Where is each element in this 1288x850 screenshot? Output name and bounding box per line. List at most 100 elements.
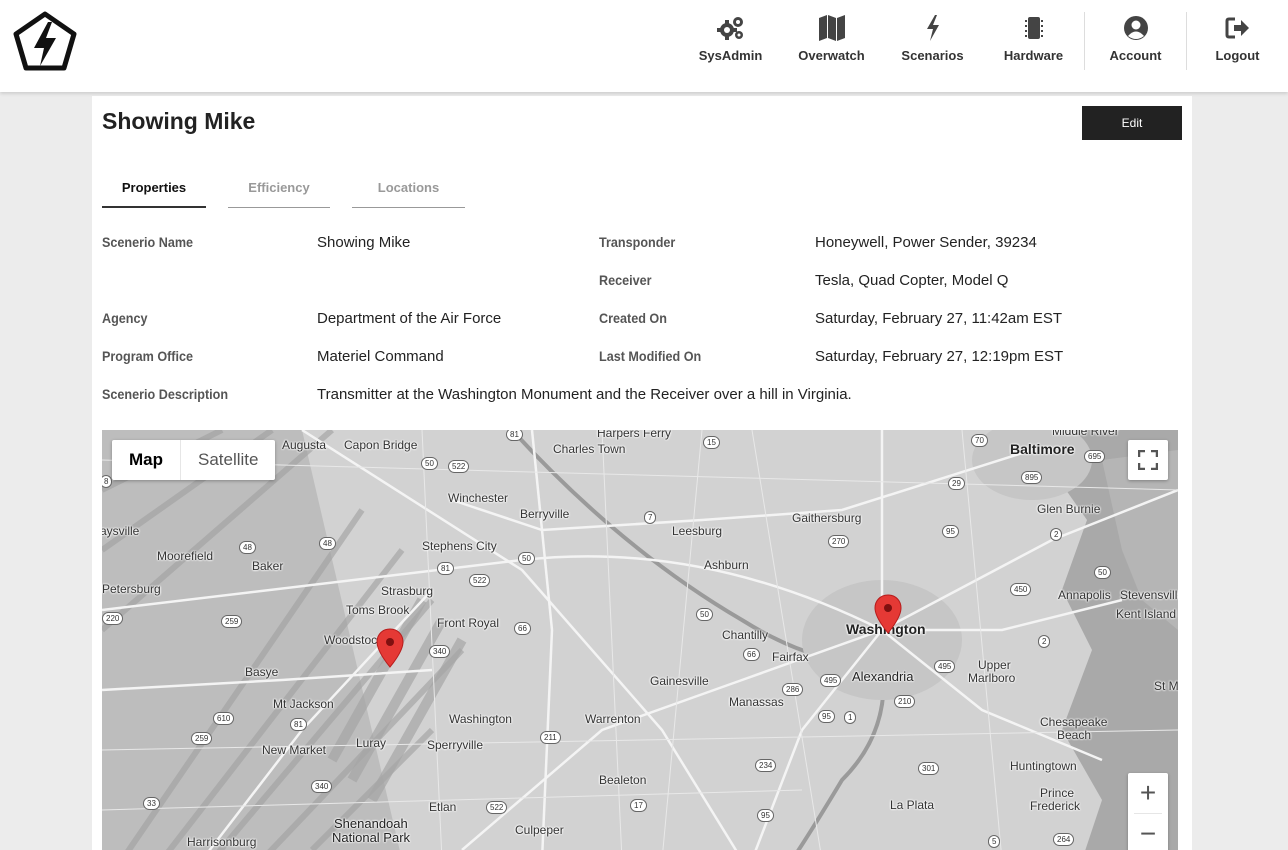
place-label: Front Royal [437, 616, 500, 630]
nav-label: Scenarios [901, 48, 964, 63]
highway-shield: 610 [213, 712, 235, 725]
nav-sysadmin[interactable]: SysAdmin [680, 0, 781, 92]
place-label: Harpers Ferry [597, 430, 672, 440]
place-label: Frederick [1030, 799, 1081, 813]
program-office-value: Materiel Command [317, 348, 444, 365]
app-logo[interactable] [12, 10, 78, 74]
place-label: Mt Jackson [273, 697, 334, 711]
place-label: Baker [252, 559, 284, 573]
place-label: Fairfax [772, 650, 809, 664]
place-label: Huntingtown [1010, 759, 1077, 773]
place-label: Kent Island [1116, 607, 1177, 621]
highway-shield: 340 [429, 645, 451, 658]
place-label: Stevensville [1120, 588, 1178, 602]
nav-label: Hardware [1003, 48, 1064, 63]
place-label: Harrisonburg [187, 835, 257, 849]
highway-shield: 695 [1084, 450, 1106, 463]
modified-label: Last Modified On [599, 348, 702, 364]
scenario-card: Showing Mike Edit Properties Efficiency … [92, 96, 1192, 850]
agency-value: Department of the Air Force [317, 310, 502, 327]
receiver-label: Receiver [599, 272, 652, 288]
tab-efficiency[interactable]: Efficiency [228, 180, 330, 208]
nav-hardware[interactable]: Hardware [983, 0, 1084, 92]
modified-value: Saturday, February 27, 12:19pm EST [815, 348, 1064, 365]
highway-shield: 340 [311, 780, 333, 793]
gears-icon [716, 14, 746, 42]
place-label: Baltimore [1010, 441, 1075, 457]
place-label: Chesapeake [1040, 715, 1108, 729]
map-terrain [102, 430, 1178, 850]
transmitter-marker[interactable] [874, 594, 902, 634]
place-label: Capon Bridge [344, 438, 418, 452]
highway-shield: 234 [755, 759, 777, 772]
highway-shield: 450 [1010, 583, 1032, 596]
place-label: Toms Brook [346, 603, 410, 617]
highway-shield: 495 [934, 660, 956, 673]
map-type-map-button[interactable]: Map [112, 440, 181, 480]
place-label: Middle River [1052, 430, 1119, 438]
highway-shield: 50 [421, 457, 438, 470]
place-label: Shenandoah [334, 816, 408, 831]
user-icon [1121, 14, 1151, 42]
nav-scenarios[interactable]: Scenarios [882, 0, 983, 92]
place-label: Manassas [729, 695, 784, 709]
place-label: Glen Burnie [1037, 502, 1101, 516]
place-label: New Market [262, 743, 327, 757]
highway-shield: 81 [290, 718, 307, 731]
highway-shield: 48 [239, 541, 256, 554]
fullscreen-button[interactable] [1128, 440, 1168, 480]
highway-shield: 81 [437, 562, 454, 575]
highway-shield: 264 [1053, 833, 1075, 846]
highway-shield: 95 [942, 525, 959, 538]
transponder-label: Transponder [599, 234, 676, 250]
nav-label: Logout [1215, 48, 1260, 63]
place-label: Augusta [282, 438, 327, 452]
nav-label: Account [1109, 48, 1162, 63]
highway-shield: 50 [1094, 566, 1111, 579]
logout-icon [1223, 14, 1253, 42]
tab-properties[interactable]: Properties [102, 180, 206, 208]
chip-icon [1019, 14, 1049, 42]
place-label: Chantilly [722, 628, 769, 642]
top-bar: SysAdmin Overwatch Scenarios Hardware Ac… [0, 0, 1288, 92]
nav-label: Overwatch [798, 48, 865, 63]
nav-overwatch[interactable]: Overwatch [781, 0, 882, 92]
highway-shield: 522 [486, 801, 508, 814]
highway-shield: 95 [757, 809, 774, 822]
highway-shield: 210 [894, 695, 916, 708]
place-label: Winchester [448, 491, 509, 505]
highway-shield: 522 [469, 574, 491, 587]
tab-bar: Properties Efficiency Locations [102, 180, 465, 208]
map-type-control: Map Satellite [112, 440, 276, 480]
nav-logout[interactable]: Logout [1187, 0, 1288, 92]
receiver-marker[interactable] [376, 628, 404, 668]
zoom-control: + − [1128, 773, 1168, 850]
edit-button[interactable]: Edit [1082, 106, 1182, 140]
nav-account[interactable]: Account [1085, 0, 1186, 92]
highway-shield: 50 [518, 552, 535, 565]
place-label: Berryville [520, 507, 570, 521]
place-label: Sperryville [427, 738, 484, 752]
place-label: Leesburg [672, 524, 723, 538]
place-label: Petersburg [102, 582, 161, 596]
place-label: Upper [978, 658, 1011, 672]
map-type-satellite-button[interactable]: Satellite [181, 440, 275, 480]
place-label: Bealeton [599, 773, 647, 787]
place-label: Stephens City [422, 539, 497, 553]
transponder-value: Honeywell, Power Sender, 39234 [815, 234, 1037, 251]
highway-shield: 17 [630, 799, 647, 812]
tab-locations[interactable]: Locations [352, 180, 465, 208]
place-label: Annapolis [1058, 588, 1111, 602]
highway-shield: 220 [102, 612, 124, 625]
place-label: Charles Town [553, 442, 626, 456]
place-label: Marlboro [968, 671, 1016, 685]
highway-shield: 48 [319, 537, 336, 550]
scenario-map[interactable]: Augusta Capon Bridge Harpers Ferry Charl… [102, 430, 1178, 850]
place-label: Washington [449, 712, 512, 726]
scenerio-name-value: Showing Mike [317, 234, 411, 251]
zoom-in-button[interactable]: + [1128, 773, 1168, 813]
created-label: Created On [599, 310, 667, 326]
nav-label: SysAdmin [698, 48, 763, 63]
zoom-out-button[interactable]: − [1128, 814, 1168, 850]
scenerio-name-label: Scenerio Name [102, 234, 194, 250]
